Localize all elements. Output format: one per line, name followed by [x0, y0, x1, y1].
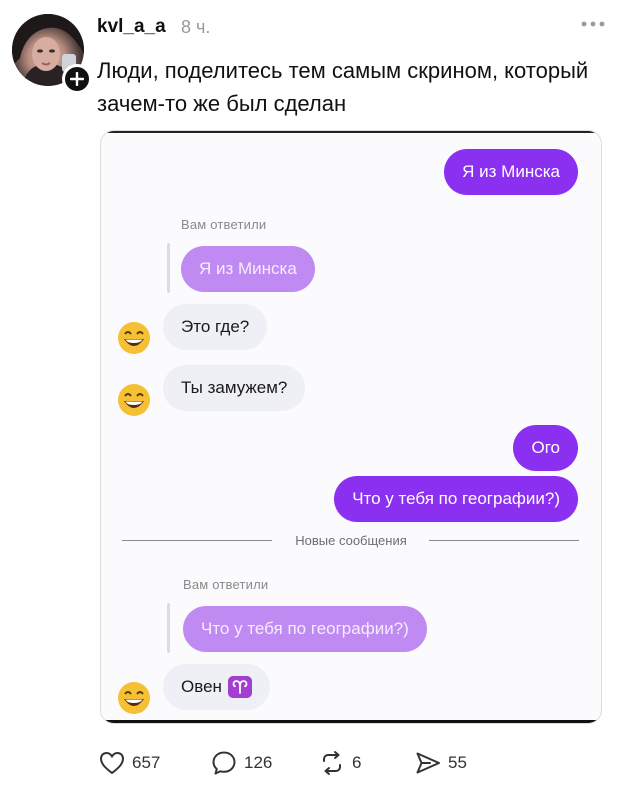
screenshot-bottom-edge	[101, 720, 601, 723]
outgoing-message: Ого	[513, 425, 578, 471]
reply-label: Вам ответили	[181, 217, 267, 232]
grinning-face-emoji-icon	[118, 682, 150, 714]
shares-count: 55	[448, 753, 467, 772]
incoming-message: Это где?	[163, 304, 268, 350]
author-username[interactable]: kvl_a_a	[97, 16, 166, 38]
plus-icon	[70, 72, 84, 86]
screenshot-top-edge	[101, 131, 601, 133]
reply-label: Вам ответили	[183, 577, 269, 592]
reply-quote-line	[167, 243, 170, 293]
comments-count: 126	[244, 753, 273, 772]
incoming-message: Овен	[163, 664, 270, 710]
incoming-message-text: Овен	[181, 677, 222, 696]
quoted-message: Что у тебя по географии?)	[183, 606, 427, 652]
comment-button[interactable]: 126	[210, 748, 272, 778]
heart-icon	[99, 751, 125, 775]
aries-sign-icon	[227, 676, 252, 698]
attached-screenshot[interactable]: Я из Минска Вам ответили Я из Минска Это…	[100, 130, 602, 724]
post-text: Люди, поделитесь тем самым скрином, кото…	[97, 58, 589, 116]
repost-button[interactable]: 6	[318, 748, 361, 778]
follow-button[interactable]	[62, 64, 92, 94]
repost-icon	[323, 751, 341, 775]
incoming-message: Ты замужем?	[163, 365, 306, 411]
send-share-icon	[416, 752, 440, 774]
reply-quote-line	[167, 603, 170, 653]
outgoing-message: Я из Минска	[444, 149, 578, 195]
outgoing-message: Что у тебя по географии?)	[334, 476, 578, 522]
like-button[interactable]: 657	[98, 748, 160, 778]
reposts-count: 6	[352, 753, 362, 772]
divider-line	[429, 540, 579, 541]
grinning-face-emoji-icon	[118, 322, 150, 354]
more-horizontal-icon[interactable]	[580, 20, 606, 28]
grinning-face-emoji-icon	[118, 384, 150, 416]
share-button[interactable]: 55	[414, 748, 467, 778]
post-timestamp: 8 ч.	[181, 17, 211, 37]
quoted-message: Я из Минска	[181, 246, 315, 292]
comment-bubble-icon	[212, 751, 236, 775]
likes-count: 657	[132, 753, 161, 772]
